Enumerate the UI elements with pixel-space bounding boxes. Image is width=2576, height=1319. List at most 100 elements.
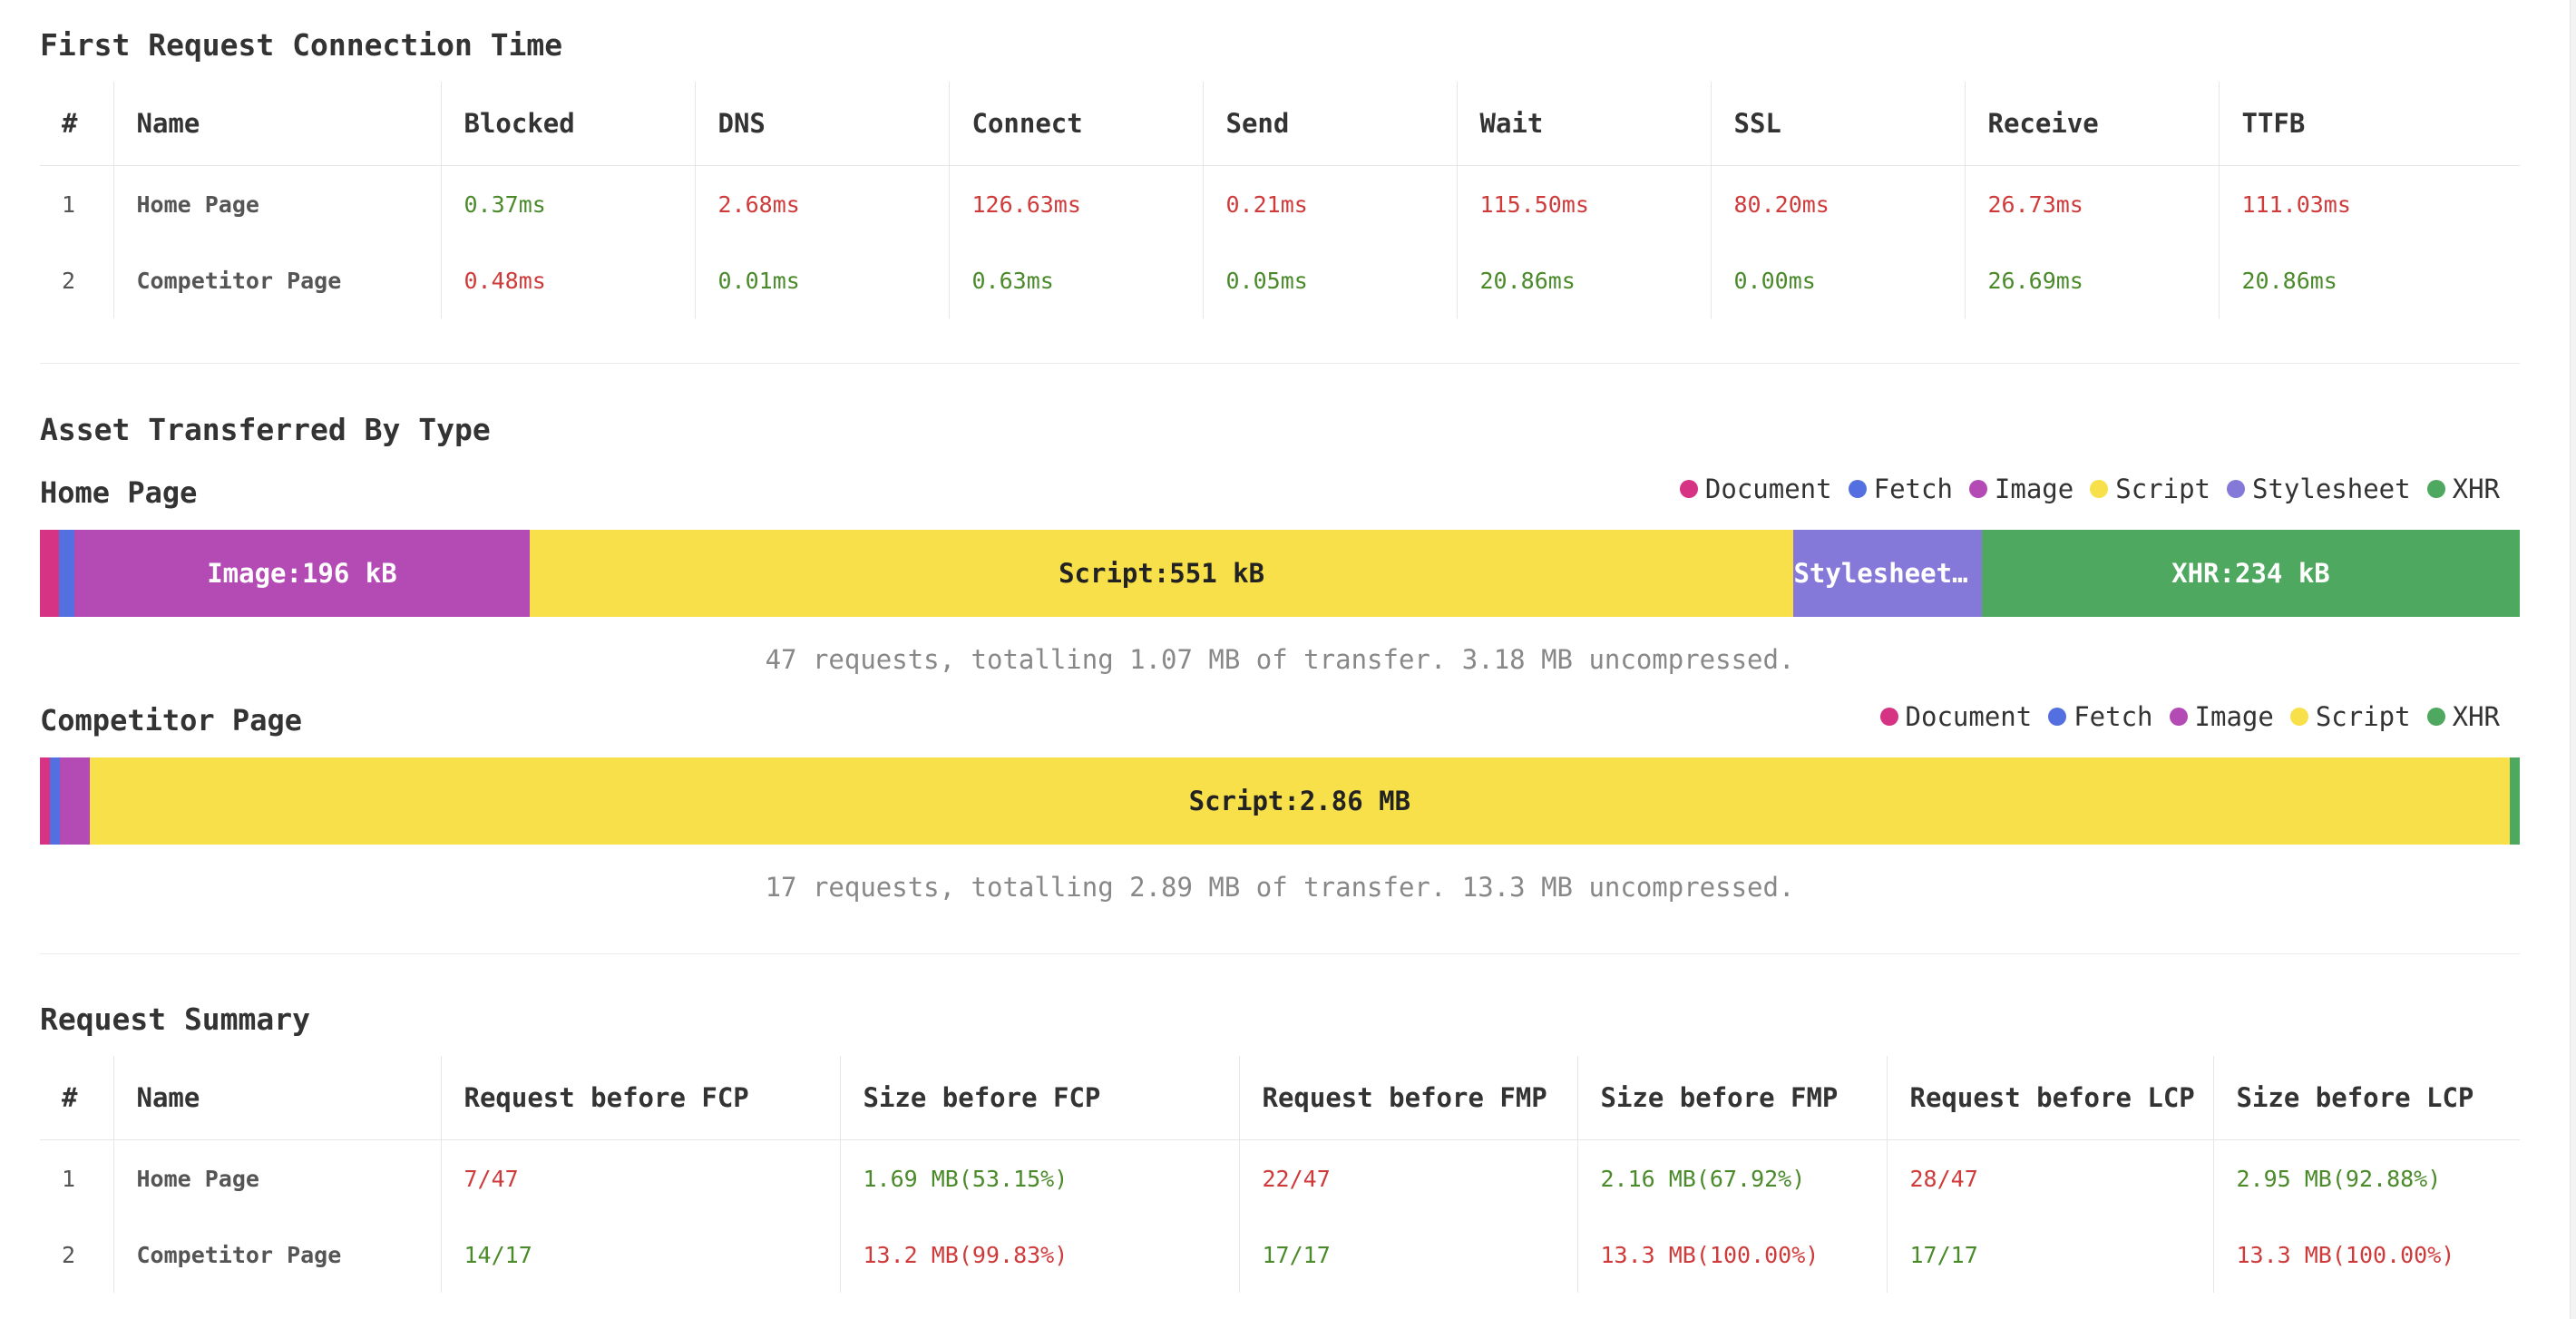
legend-item-fetch[interactable]: Fetch bbox=[1848, 474, 1953, 504]
cell-connect: 126.63ms bbox=[948, 165, 1203, 242]
table-row: 1 Home Page 0.37ms 2.68ms 126.63ms 0.21ms 115.… bbox=[40, 165, 2520, 242]
column-header-ssl: SSL bbox=[1710, 82, 1965, 166]
column-header-request-before-fmp: Request before FMP bbox=[1238, 1056, 1577, 1140]
bar-segment-script[interactable]: Script:2.86 MB bbox=[89, 757, 2511, 845]
column-header-size-before-fcp: Size before FCP bbox=[839, 1056, 1239, 1140]
asset-page-label: Competitor Page bbox=[40, 703, 302, 738]
connection-section-title: First Request Connection Time bbox=[40, 27, 563, 63]
row-name: Competitor Page bbox=[112, 1216, 441, 1293]
legend-label: Document bbox=[1905, 701, 2033, 732]
column-header-index: # bbox=[40, 82, 113, 166]
cell-ssl: 80.20ms bbox=[1710, 165, 1965, 242]
cell-request-before-lcp: 28/47 bbox=[1886, 1139, 2213, 1216]
legend-swatch bbox=[2426, 480, 2445, 498]
bar-segment-image[interactable] bbox=[59, 757, 90, 845]
segment-label: Stylesheet:… bbox=[1793, 558, 1982, 589]
table-row: 2 Competitor Page 0.48ms 0.01ms 0.63ms 0.05ms… bbox=[40, 242, 2520, 318]
bar-segment-fetch[interactable] bbox=[58, 530, 75, 617]
cell-receive: 26.69ms bbox=[1964, 242, 2219, 318]
column-header-size-before-fmp: Size before FMP bbox=[1576, 1056, 1887, 1140]
cell-size-before-fcp: 1.69 MB(53.15%) bbox=[839, 1139, 1239, 1216]
segment-label: Script:551 kB bbox=[1059, 558, 1265, 589]
legend-swatch bbox=[2048, 708, 2067, 726]
legend-label: Stylesheet bbox=[2252, 474, 2411, 504]
divider bbox=[40, 363, 2520, 364]
bar-segment-script[interactable]: Script:551 kB bbox=[529, 530, 1794, 617]
legend-item-image[interactable]: Image bbox=[2169, 701, 2274, 732]
row-index: 2 bbox=[62, 1241, 76, 1268]
legend-item-document[interactable]: Document bbox=[1679, 474, 1832, 504]
legend-label: Script bbox=[2115, 474, 2210, 504]
column-header-send: Send bbox=[1202, 82, 1457, 166]
legend-swatch bbox=[1679, 480, 1698, 498]
asset-legend: Document Fetch Image Script Stylesheet XHR bbox=[1679, 474, 2500, 504]
column-header-blocked: Blocked bbox=[440, 82, 695, 166]
column-header-name: Name bbox=[112, 82, 441, 166]
row-index: 1 bbox=[62, 1165, 76, 1192]
cell-size-before-fmp: 13.3 MB(100.00%) bbox=[1576, 1216, 1887, 1293]
bar-segment-fetch[interactable] bbox=[49, 757, 60, 845]
legend-item-image[interactable]: Image bbox=[1968, 474, 2074, 504]
summary-section-title: Request Summary bbox=[40, 1001, 311, 1037]
legend-label: Image bbox=[1994, 474, 2074, 504]
legend-item-xhr[interactable]: XHR bbox=[2426, 701, 2500, 732]
cell-send: 0.21ms bbox=[1202, 165, 1457, 242]
legend-item-script[interactable]: Script bbox=[2289, 701, 2411, 732]
column-header-request-before-lcp: Request before LCP bbox=[1886, 1056, 2213, 1140]
legend-label: Document bbox=[1704, 474, 1832, 504]
bar-segment-xhr[interactable]: XHR:234 kB bbox=[1981, 530, 2520, 617]
row-index: 1 bbox=[62, 191, 76, 218]
segment-label: Image:196 kB bbox=[207, 558, 397, 589]
column-header-connect: Connect bbox=[948, 82, 1203, 166]
cell-request-before-fmp: 17/17 bbox=[1238, 1216, 1577, 1293]
cell-connect: 0.63ms bbox=[948, 242, 1203, 318]
legend-item-fetch[interactable]: Fetch bbox=[2048, 701, 2153, 732]
column-header-dns: DNS bbox=[694, 82, 949, 166]
bar-segment-document[interactable] bbox=[40, 530, 59, 617]
legend-swatch bbox=[2090, 480, 2109, 498]
cell-wait: 115.50ms bbox=[1456, 165, 1711, 242]
legend-item-stylesheet[interactable]: Stylesheet bbox=[2227, 474, 2411, 504]
asset-page-label: Home Page bbox=[40, 475, 198, 510]
column-header-receive: Receive bbox=[1964, 82, 2219, 166]
cell-request-before-fcp: 14/17 bbox=[440, 1216, 840, 1293]
legend-label: XHR bbox=[2452, 474, 2500, 504]
legend-swatch bbox=[2426, 708, 2445, 726]
divider bbox=[40, 953, 2520, 954]
legend-label: XHR bbox=[2452, 701, 2500, 732]
cell-wait: 20.86ms bbox=[1456, 242, 1711, 318]
column-header-name: Name bbox=[112, 1056, 441, 1140]
bar-segment-document[interactable] bbox=[40, 757, 50, 845]
legend-label: Fetch bbox=[1873, 474, 1953, 504]
asset-stacked-bar: Script:2.86 MB bbox=[40, 757, 2520, 845]
row-name: Home Page bbox=[112, 1139, 441, 1216]
row-name: Home Page bbox=[112, 165, 441, 242]
legend-item-document[interactable]: Document bbox=[1879, 701, 2033, 732]
bar-segment-stylesheet[interactable]: Stylesheet:… bbox=[1793, 530, 1982, 617]
legend-label: Script bbox=[2315, 701, 2411, 732]
cell-ttfb: 20.86ms bbox=[2218, 242, 2520, 318]
legend-swatch bbox=[1879, 708, 1898, 726]
cell-request-before-fcp: 7/47 bbox=[440, 1139, 840, 1216]
legend-swatch bbox=[1848, 480, 1867, 498]
table-row: 2 Competitor Page 14/17 13.2 MB(99.83%) 17/1… bbox=[40, 1216, 2520, 1293]
cell-size-before-lcp: 2.95 MB(92.88%) bbox=[2212, 1139, 2520, 1216]
segment-label: XHR:234 kB bbox=[2171, 558, 2330, 589]
legend-item-xhr[interactable]: XHR bbox=[2426, 474, 2500, 504]
assets-section-title: Asset Transferred By Type bbox=[40, 412, 491, 447]
bar-segment-image[interactable]: Image:196 kB bbox=[74, 530, 530, 617]
cell-size-before-lcp: 13.3 MB(100.00%) bbox=[2212, 1216, 2520, 1293]
legend-item-script[interactable]: Script bbox=[2090, 474, 2210, 504]
column-header-request-before-fcp: Request before FCP bbox=[440, 1056, 840, 1140]
legend-label: Image bbox=[2194, 701, 2274, 732]
bar-segment-xhr[interactable] bbox=[2510, 757, 2520, 845]
cell-request-before-lcp: 17/17 bbox=[1886, 1216, 2213, 1293]
table-header-row: # Name Request before FCP Size before FCP Re… bbox=[40, 1056, 2520, 1140]
scrollbar[interactable] bbox=[2570, 0, 2576, 1319]
cell-request-before-fmp: 22/47 bbox=[1238, 1139, 1577, 1216]
table-header-row: # Name Blocked DNS Connect Send Wait SSL Receive… bbox=[40, 82, 2520, 166]
cell-receive: 26.73ms bbox=[1964, 165, 2219, 242]
cell-ttfb: 111.03ms bbox=[2218, 165, 2520, 242]
column-header-index: # bbox=[40, 1056, 113, 1140]
cell-dns: 2.68ms bbox=[694, 165, 949, 242]
